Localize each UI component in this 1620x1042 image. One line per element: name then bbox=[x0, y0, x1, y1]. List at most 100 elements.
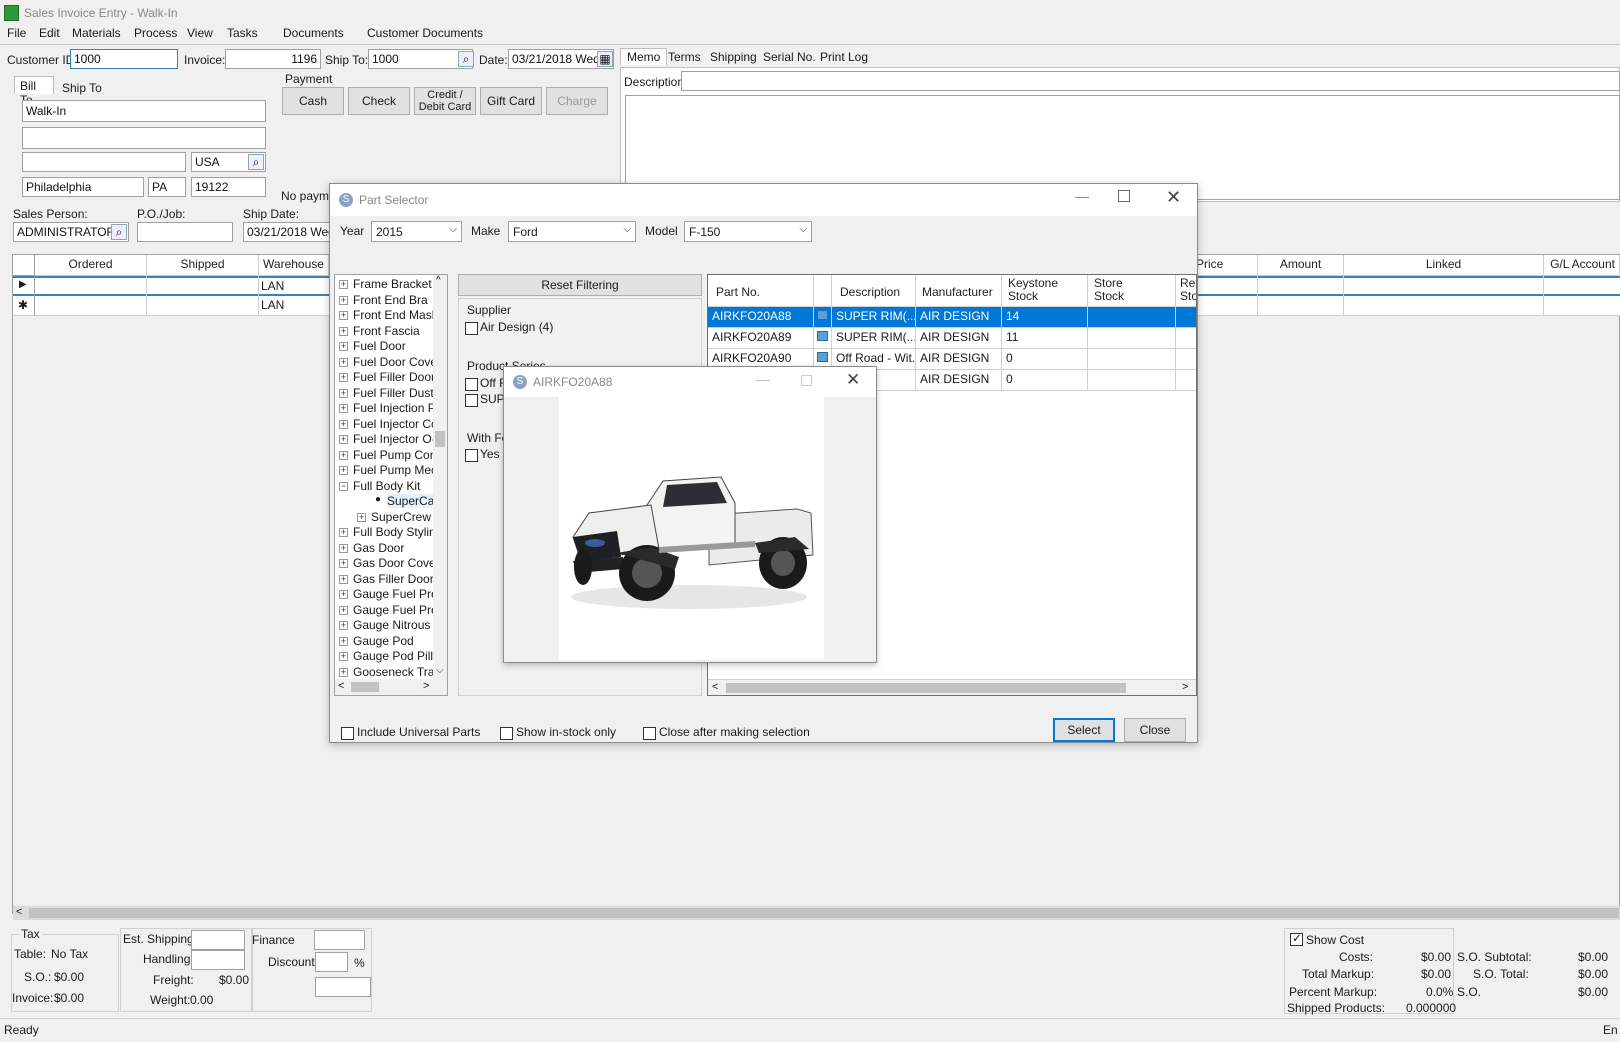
description-input[interactable] bbox=[681, 71, 1620, 91]
scroll-right-icon[interactable]: > bbox=[1182, 681, 1188, 693]
ship-to-lookup-icon[interactable]: ⌕ bbox=[458, 51, 474, 67]
lines-hscrollbar[interactable]: < bbox=[13, 906, 1620, 920]
cell-keystone-stock[interactable]: 11 bbox=[1002, 328, 1088, 349]
col-shipped[interactable]: Shipped bbox=[147, 255, 259, 276]
cell-retail-stock[interactable] bbox=[1176, 349, 1196, 370]
tree-item[interactable]: + Front End Mask bbox=[335, 308, 438, 324]
menu-file[interactable]: File bbox=[7, 26, 26, 40]
dialog-titlebar[interactable] bbox=[330, 184, 1197, 216]
include-universal-checkbox[interactable] bbox=[341, 727, 354, 740]
expand-icon[interactable]: + bbox=[339, 388, 348, 398]
col-store-stock[interactable]: Store Stock bbox=[1088, 275, 1176, 307]
tab-serial-no[interactable]: Serial No. bbox=[763, 50, 816, 64]
camera-icon[interactable] bbox=[817, 310, 828, 320]
expand-icon[interactable]: + bbox=[339, 295, 348, 305]
expand-icon[interactable]: + bbox=[339, 311, 348, 320]
show-cost-checkbox[interactable] bbox=[1290, 931, 1303, 946]
maximize-icon[interactable] bbox=[1118, 190, 1130, 202]
camera-icon[interactable] bbox=[817, 331, 828, 341]
cell-part-no[interactable]: AIRKFO20A89 bbox=[708, 328, 814, 349]
expand-icon[interactable]: + bbox=[339, 652, 348, 661]
menu-documents[interactable]: Documents bbox=[283, 26, 344, 40]
discount-amount-input[interactable] bbox=[315, 977, 371, 997]
tree-item[interactable]: + Fuel Injector Cor bbox=[335, 417, 442, 433]
expand-icon[interactable]: + bbox=[339, 466, 348, 475]
cell-image[interactable] bbox=[814, 328, 832, 349]
tree-item[interactable]: − Full Body Kit bbox=[335, 479, 435, 495]
cell-manufacturer[interactable]: AIR DESIGN bbox=[916, 370, 1002, 391]
est-shipping-input[interactable] bbox=[191, 930, 245, 950]
expand-icon[interactable]: + bbox=[339, 326, 348, 336]
expand-icon[interactable]: + bbox=[339, 450, 348, 460]
tree-item[interactable]: + Gauge Fuel Pres bbox=[335, 603, 444, 619]
bill-state-input[interactable] bbox=[148, 177, 186, 197]
tree-item[interactable]: + Fuel Filler Door bbox=[335, 370, 435, 386]
year-select[interactable]: 2015 ⌵ bbox=[371, 221, 462, 242]
menu-customer-documents[interactable]: Customer Documents bbox=[367, 26, 483, 40]
tree-item[interactable]: + Fuel Injector O-R bbox=[335, 432, 444, 448]
col-ordered[interactable]: Ordered bbox=[35, 255, 147, 276]
tab-bill-to[interactable]: Bill To bbox=[14, 76, 54, 107]
expand-icon[interactable]: + bbox=[357, 512, 366, 522]
cell-keystone-stock[interactable]: 0 bbox=[1002, 370, 1088, 391]
tab-terms[interactable]: Terms bbox=[668, 50, 701, 64]
expand-icon[interactable]: + bbox=[339, 621, 348, 630]
scroll-thumb[interactable] bbox=[351, 682, 379, 692]
col-retail-stock[interactable]: Ret Sto bbox=[1176, 275, 1196, 307]
series-checkbox[interactable] bbox=[465, 394, 478, 407]
gift-card-button[interactable]: Gift Card bbox=[480, 87, 542, 115]
scroll-left-icon[interactable]: < bbox=[338, 680, 344, 692]
cell-keystone-stock[interactable]: 0 bbox=[1002, 349, 1088, 370]
tree-item[interactable]: + Front End Bra bbox=[335, 293, 435, 309]
menu-materials[interactable]: Materials bbox=[72, 26, 121, 40]
tab-memo[interactable]: Memo bbox=[620, 48, 668, 65]
tree-item[interactable]: + Gas Door bbox=[335, 541, 435, 557]
col-keystone-stock[interactable]: Keystone Stock bbox=[1002, 275, 1088, 307]
expand-icon[interactable]: + bbox=[339, 559, 348, 568]
cell-keystone-stock[interactable]: 14 bbox=[1002, 307, 1088, 328]
cell-description[interactable]: SUPER RIM(... bbox=[832, 328, 916, 349]
handling-input[interactable] bbox=[191, 950, 245, 970]
col-linked[interactable]: Linked bbox=[1344, 255, 1544, 276]
close-button[interactable]: Close bbox=[1124, 718, 1186, 742]
col-description[interactable]: Description bbox=[832, 275, 916, 307]
cell-image[interactable] bbox=[814, 307, 832, 328]
collapse-icon[interactable]: − bbox=[339, 481, 348, 491]
expand-icon[interactable]: + bbox=[339, 667, 348, 677]
cash-button[interactable]: Cash bbox=[282, 87, 344, 115]
col-warehouse[interactable]: Warehouse bbox=[259, 255, 329, 276]
parts-hscrollbar[interactable]: < > bbox=[708, 679, 1196, 695]
expand-icon[interactable]: + bbox=[339, 543, 348, 553]
cell-store-stock[interactable] bbox=[1088, 307, 1176, 328]
cell-retail-stock[interactable] bbox=[1176, 307, 1196, 328]
discount-input[interactable] bbox=[315, 952, 348, 972]
make-select[interactable]: Ford ⌵ bbox=[508, 221, 636, 242]
scroll-down-icon[interactable]: ⌵ bbox=[436, 665, 444, 676]
cell-store-stock[interactable] bbox=[1088, 328, 1176, 349]
tree-item[interactable]: + Gas Door Cover bbox=[335, 556, 440, 572]
tab-print-log[interactable]: Print Log bbox=[820, 50, 868, 64]
cell-store-stock[interactable] bbox=[1088, 349, 1176, 370]
series-checkbox[interactable] bbox=[465, 378, 478, 391]
ship-date-input[interactable] bbox=[243, 222, 333, 242]
select-button[interactable]: Select bbox=[1053, 718, 1115, 742]
tree-item[interactable]: + Gauge Fuel Pres bbox=[335, 587, 444, 603]
credit-debit-button[interactable]: Credit / Debit Card bbox=[414, 87, 476, 115]
bill-zip-input[interactable] bbox=[191, 177, 266, 197]
close-icon[interactable]: ✕ bbox=[846, 370, 860, 390]
row-warehouse[interactable]: LAN bbox=[261, 279, 284, 293]
tree-vscrollbar[interactable]: ^ ⌵ bbox=[433, 275, 447, 679]
tree-item[interactable]: + Fuel Pump Contr bbox=[335, 448, 444, 464]
expand-icon[interactable]: + bbox=[339, 280, 348, 289]
menu-edit[interactable]: Edit bbox=[39, 26, 60, 40]
tree-item[interactable]: + Gauge Pod bbox=[335, 634, 435, 650]
scroll-thumb[interactable] bbox=[435, 431, 445, 447]
col-part-no[interactable]: Part No. bbox=[708, 275, 814, 307]
in-stock-only-checkbox[interactable] bbox=[500, 727, 513, 740]
tree-item[interactable]: + Gauge Nitrous O bbox=[335, 618, 443, 634]
expand-icon[interactable]: + bbox=[339, 590, 348, 599]
cell-manufacturer[interactable]: AIR DESIGN bbox=[916, 328, 1002, 349]
scroll-up-icon[interactable]: ^ bbox=[436, 275, 441, 286]
reset-filtering-button[interactable]: Reset Filtering bbox=[458, 274, 702, 296]
tree-item[interactable]: + Fuel Door Cover bbox=[335, 355, 441, 371]
